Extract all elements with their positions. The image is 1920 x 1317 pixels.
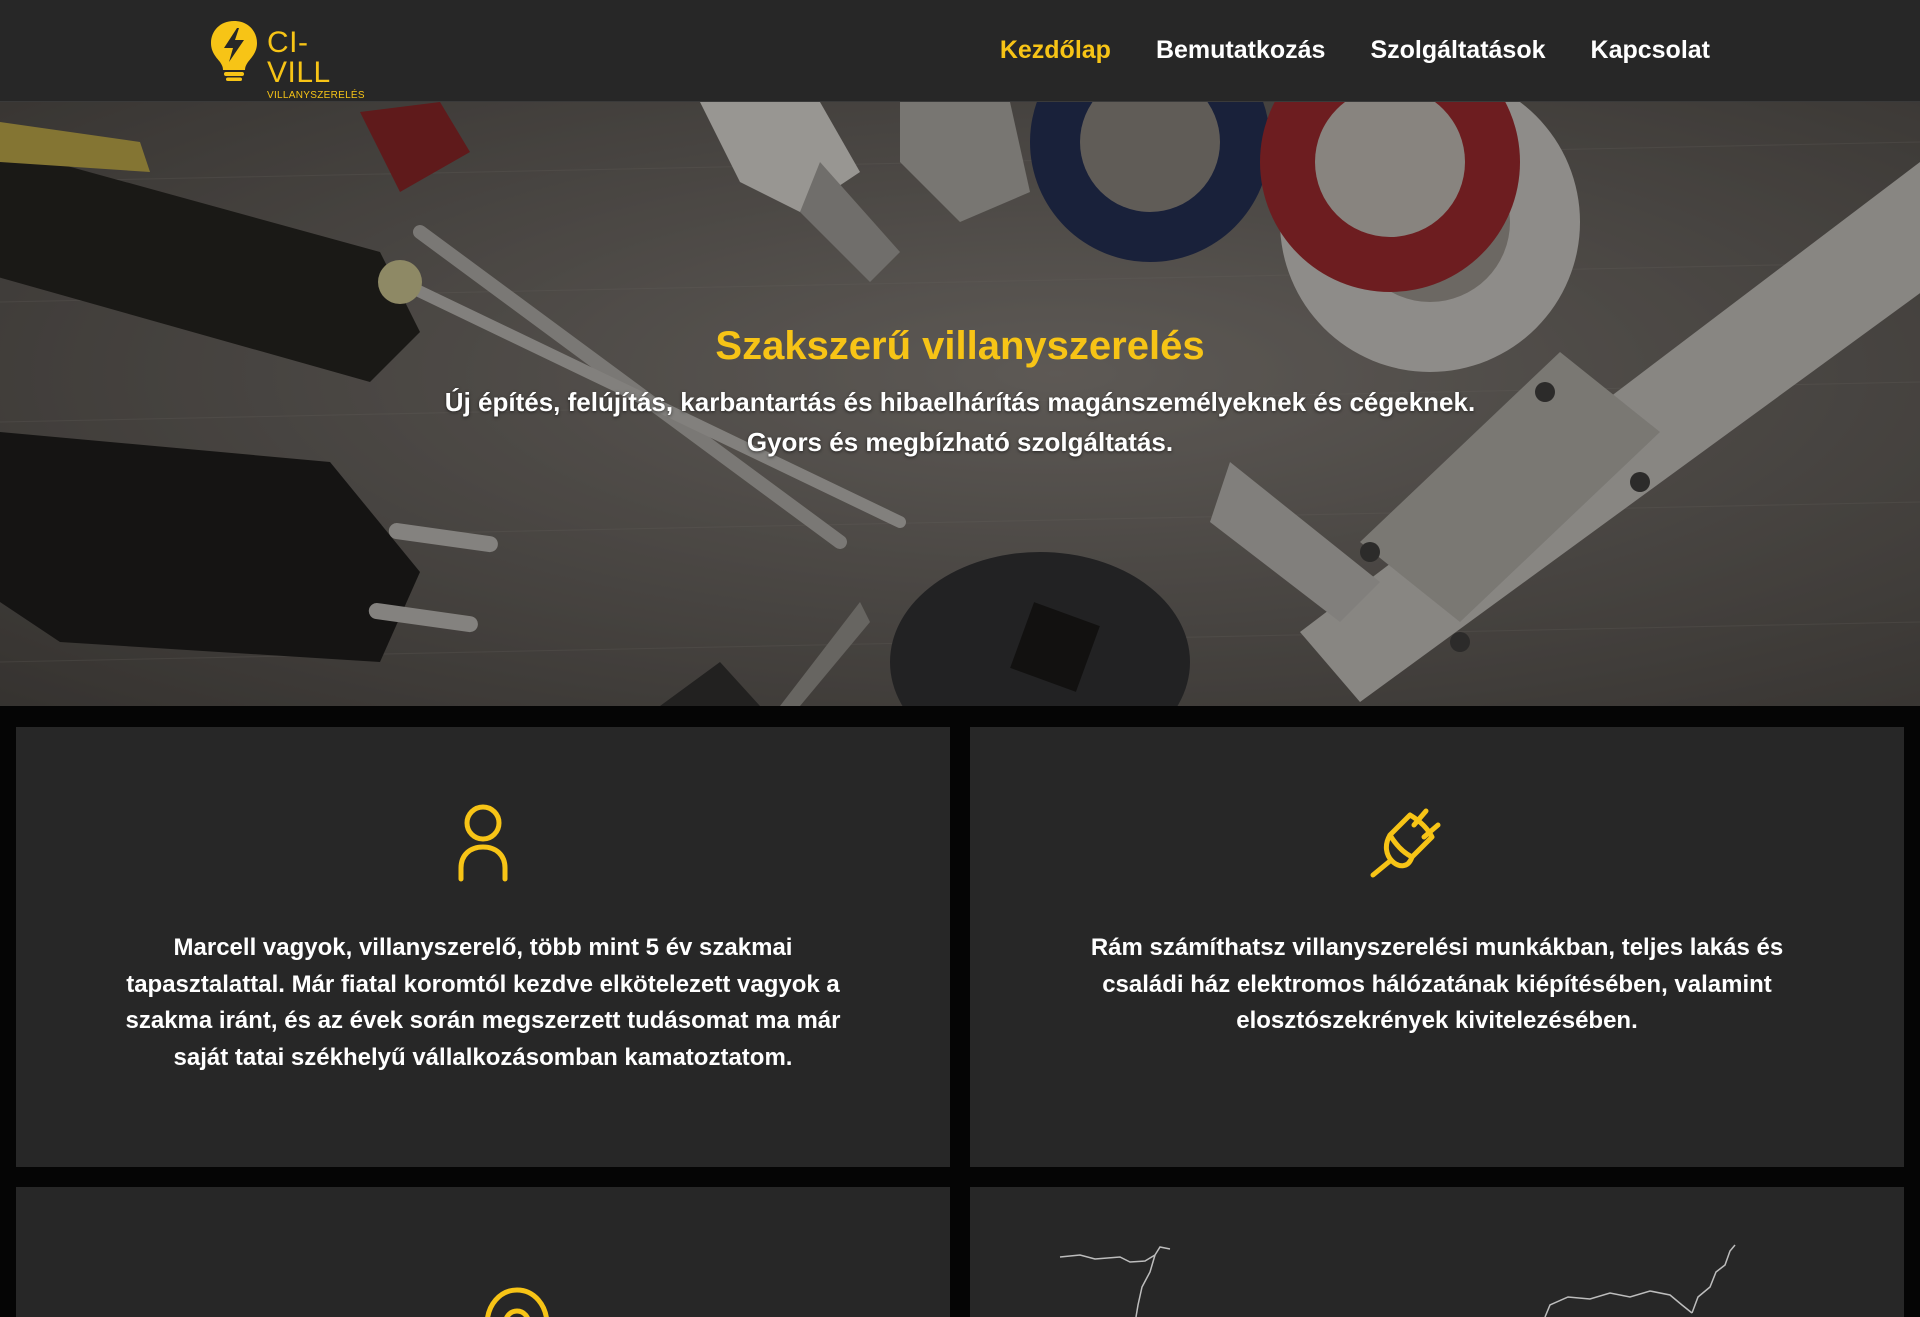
location-pin-icon xyxy=(485,1287,549,1317)
hero-subtitle-line-1: Új építés, felújítás, karbantartás és hi… xyxy=(444,387,1476,417)
logo-text: CI-VILL VILLANYSZERELÉS xyxy=(267,28,368,101)
site-header: CI-VILL VILLANYSZERELÉS Kezdőlap Bemutat… xyxy=(0,0,1920,102)
nav-item-bemutatkozas[interactable]: Bemutatkozás xyxy=(1156,32,1326,68)
about-card: Marcell vagyok, villanyszerelő, több min… xyxy=(16,727,950,1167)
hero-section: Szakszerű villanyszerelés Új építés, fel… xyxy=(0,102,1920,706)
nav-item-kapcsolat[interactable]: Kapcsolat xyxy=(1591,32,1710,68)
nav-item-szolgaltatasok[interactable]: Szolgáltatások xyxy=(1370,32,1545,68)
services-text-line-2: családi ház elektromos hálózatának kiépí… xyxy=(1102,971,1772,998)
about-text-line-4: saját tatai székhelyű vállalkozásomban k… xyxy=(173,1044,793,1071)
logo-name: CI-VILL xyxy=(267,26,331,89)
plug-icon xyxy=(1370,808,1441,878)
main-nav: Kezdőlap Bemutatkozás Szolgáltatások Kap… xyxy=(1000,32,1710,68)
about-text-line-1: Marcell vagyok, villanyszerelő, több min… xyxy=(173,934,793,961)
logo-tagline: VILLANYSZERELÉS xyxy=(267,90,365,101)
map-outline xyxy=(1059,1244,1736,1317)
about-text-line-3: szakma iránt, és az évek során megszerze… xyxy=(125,1007,841,1034)
lightbulb-bolt-icon xyxy=(211,21,257,81)
services-text-line-1: Rám számíthatsz villanyszerelési munkákb… xyxy=(1090,934,1784,961)
about-text-line-2: tapasztalattal. Már fiatal koromtól kezd… xyxy=(126,971,840,998)
logo-link[interactable]: CI-VILL VILLANYSZERELÉS xyxy=(208,18,368,101)
map-card xyxy=(970,1187,1904,1317)
nav-item-kezdolap[interactable]: Kezdőlap xyxy=(1000,32,1111,68)
location-card xyxy=(16,1187,950,1317)
user-icon xyxy=(458,804,508,882)
hero-subtitle-line-2: Gyors és megbízható szolgáltatás. xyxy=(746,427,1174,457)
hero-title: Szakszerű villanyszerelés xyxy=(715,324,1205,368)
services-card: Rám számíthatsz villanyszerelési munkákb… xyxy=(970,727,1904,1167)
services-text-line-3: elosztószekrények kivitelezésében. xyxy=(1236,1007,1638,1034)
